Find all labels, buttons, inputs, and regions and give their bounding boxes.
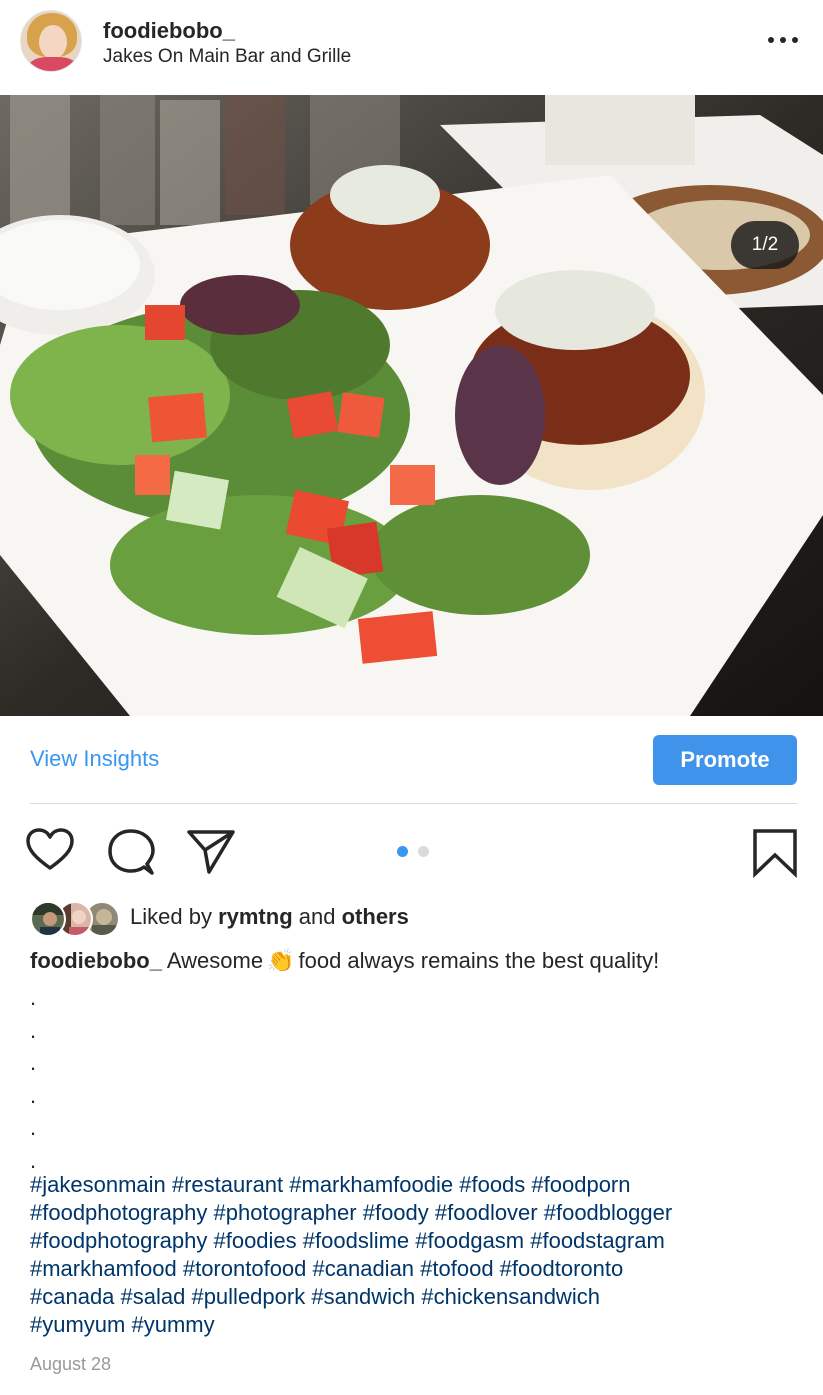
profile-avatar[interactable]: [20, 10, 82, 72]
caption-dots: . . . . . .: [30, 982, 50, 1177]
caption-dot: .: [30, 1017, 37, 1043]
post-location[interactable]: Jakes On Main Bar and Grille: [103, 46, 351, 68]
post-photo[interactable]: 1/2: [0, 95, 823, 716]
caption-dot: .: [30, 1050, 37, 1075]
carousel-dot-inactive: [418, 846, 429, 857]
post-username[interactable]: foodiebobo_: [103, 18, 235, 44]
post-header: foodiebobo_ Jakes On Main Bar and Grille: [0, 0, 823, 95]
caption-dot: .: [30, 985, 37, 1010]
likes-middle: and: [298, 904, 336, 929]
clapping-hands-emoji: 👏: [267, 948, 295, 973]
liker-avatars[interactable]: [30, 901, 120, 937]
hashtag-line[interactable]: #foodphotography #foodies #foodslime #fo…: [30, 1227, 810, 1255]
hashtag-line[interactable]: #markhamfood #torontofood #canadian #tof…: [30, 1255, 810, 1283]
hashtag-line[interactable]: #foodphotography #photographer #foody #f…: [30, 1199, 810, 1227]
carousel-dot-active: [397, 846, 408, 857]
caption: foodiebobo_ Awesome 👏 food always remains …: [30, 948, 659, 974]
caption-text-before: Awesome: [166, 948, 264, 973]
liker-username[interactable]: rymtng: [218, 904, 293, 929]
liker-avatar: [30, 901, 66, 937]
likes-summary[interactable]: Liked by rymtng and others: [130, 904, 409, 930]
divider: [30, 803, 797, 804]
paper-plane-icon[interactable]: [187, 828, 235, 874]
hashtag-line[interactable]: #yumyum #yummy: [30, 1311, 810, 1339]
promote-button[interactable]: Promote: [653, 735, 797, 785]
carousel-counter: 1/2: [731, 221, 799, 269]
post-date: August 28: [30, 1354, 112, 1374]
more-horizontal-icon[interactable]: [765, 28, 801, 52]
likes-others[interactable]: others: [342, 904, 409, 929]
caption-dot: .: [30, 1082, 37, 1108]
view-insights-link[interactable]: View Insights: [30, 746, 159, 772]
hashtag-line[interactable]: #jakesonmain #restaurant #markhamfoodie …: [30, 1171, 810, 1199]
food-photo-illustration: [0, 95, 823, 716]
caption-username[interactable]: foodiebobo_: [30, 948, 162, 973]
caption-text-after: food always remains the best quality!: [298, 948, 660, 973]
caption-dot: .: [30, 1115, 37, 1140]
likes-prefix: Liked by: [130, 904, 212, 929]
caption-hashtags: #jakesonmain #restaurant #markhamfoodie …: [30, 1171, 810, 1339]
comment-icon[interactable]: [107, 828, 155, 876]
bookmark-icon[interactable]: [752, 828, 798, 878]
heart-icon[interactable]: [26, 828, 74, 872]
hashtag-line[interactable]: #canada #salad #pulledpork #sandwich #ch…: [30, 1283, 810, 1311]
